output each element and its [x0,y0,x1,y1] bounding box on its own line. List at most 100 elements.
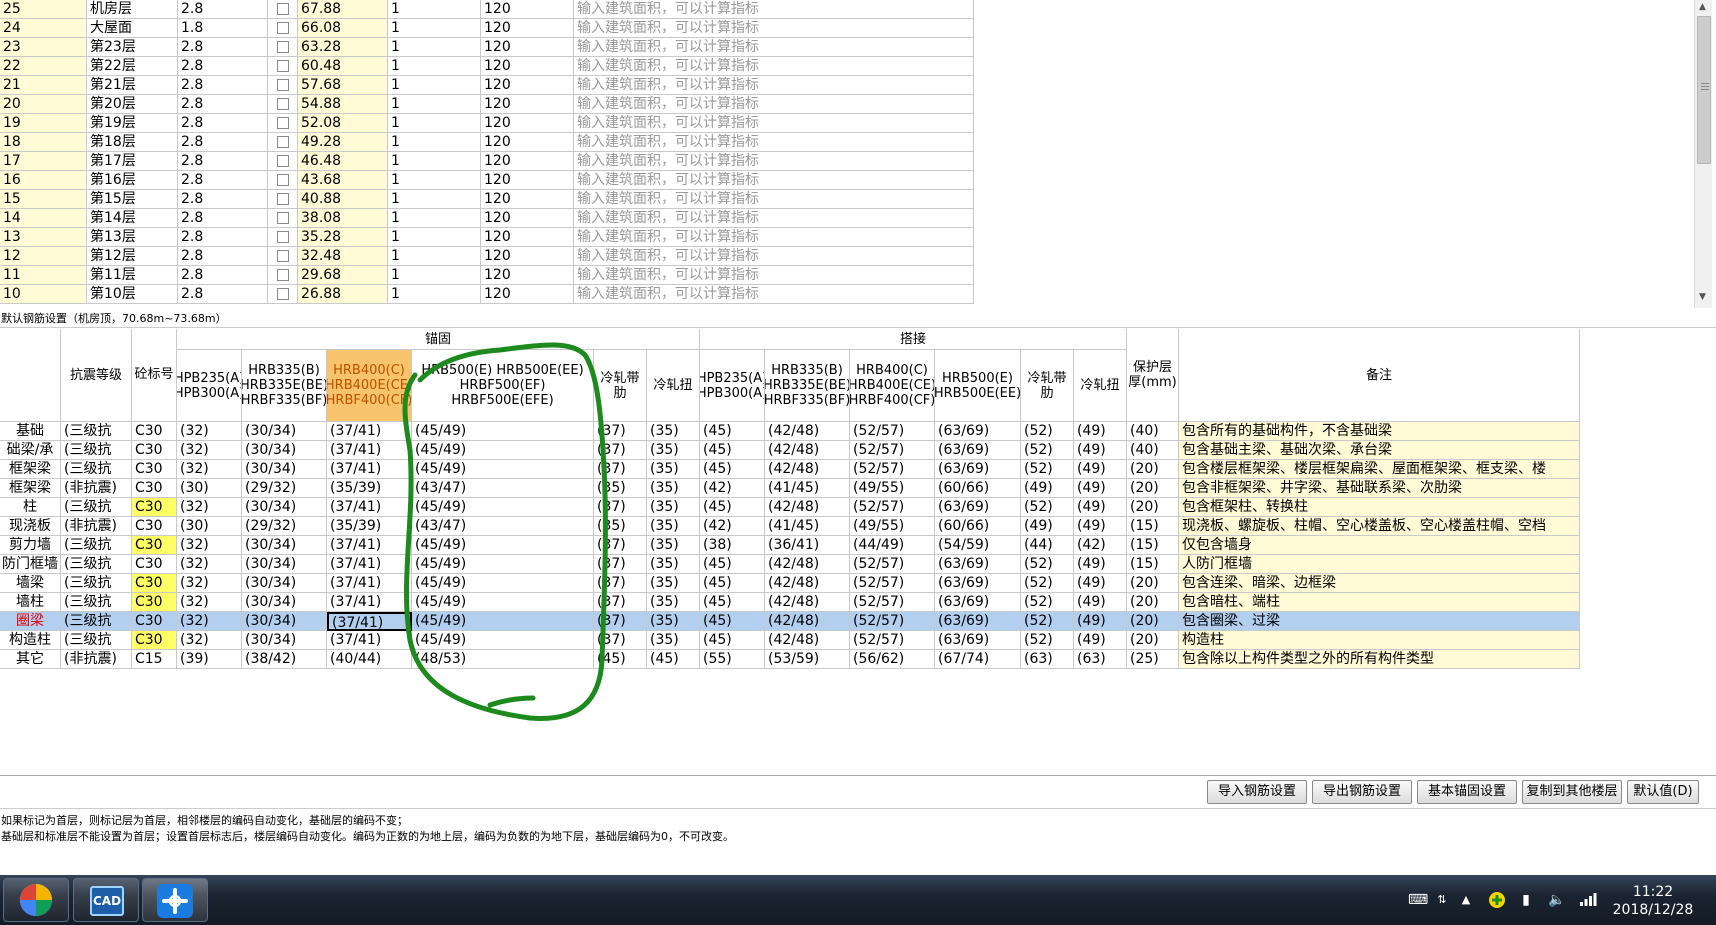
rebar-cell-l2[interactable]: (36/41) [765,536,850,555]
rebar-cell-l1[interactable]: (45) [700,441,765,460]
floor-cell-count[interactable]: 1 [388,133,481,152]
rebar-cell-l3[interactable]: (49/55) [850,517,935,536]
floor-cell-count[interactable]: 1 [388,114,481,133]
floor-cell-elevation[interactable]: 26.88 [298,285,388,304]
floor-cell-height[interactable]: 2.8 [178,76,268,95]
rebar-cell-a5[interactable]: (35) [594,517,647,536]
rebar-cell-a6[interactable]: (35) [647,498,700,517]
rebar-cell-a4[interactable]: (45/49) [412,422,594,441]
floor-cell-elevation[interactable]: 29.68 [298,266,388,285]
floor-cell-height[interactable]: 2.8 [178,152,268,171]
rebar-row[interactable]: 现浇板 (非抗震) C30 (30) (29/32) (35/39) (43/47) (35)… [0,517,1580,536]
rebar-cell-a4[interactable]: (45/49) [412,441,594,460]
rebar-cell-l3[interactable]: (52/57) [850,422,935,441]
rebar-cell-a4[interactable]: (45/49) [412,555,594,574]
floor-cell-code[interactable]: 23 [0,38,87,57]
rebar-cell-a2[interactable]: (30/34) [242,460,327,479]
rebar-cell-l1[interactable]: (45) [700,574,765,593]
floor-cell-name[interactable]: 大屋面 [87,19,178,38]
rebar-cell-a5[interactable]: (37) [594,441,647,460]
first-floor-checkbox-cell[interactable] [268,152,298,171]
rebar-cell-l1[interactable]: (45) [700,555,765,574]
floor-cell-count[interactable]: 1 [388,266,481,285]
rebar-cell-a2[interactable]: (30/34) [242,422,327,441]
floor-cell-name[interactable]: 第13层 [87,228,178,247]
floor-cell-count[interactable]: 1 [388,209,481,228]
rebar-cell-a6[interactable]: (35) [647,479,700,498]
rebar-cell-a5[interactable]: (37) [594,498,647,517]
rebar-cell-cover[interactable]: (40) [1127,422,1179,441]
rebar-cell-note[interactable]: 包含基础主梁、基础次梁、承台梁 [1179,441,1580,460]
rebar-cell-l1[interactable]: (42) [700,517,765,536]
rebar-cell-type[interactable]: 防门框墙 [0,555,61,574]
floor-cell-name[interactable]: 机房层 [87,0,178,19]
rebar-cell-l4[interactable]: (63/69) [935,498,1021,517]
floor-cell-area-hint[interactable]: 输入建筑面积，可以计算指标 [574,152,974,171]
rebar-cell-a3[interactable]: (37/41) [327,460,412,479]
first-floor-checkbox[interactable] [277,155,289,167]
rebar-cell-l1[interactable]: (45) [700,460,765,479]
rebar-row[interactable]: 其它 (非抗震) C15 (39) (38/42) (40/44) (48/53) (45)(… [0,650,1580,669]
rebar-cell-a1[interactable]: (32) [177,441,242,460]
first-floor-checkbox[interactable] [277,288,289,300]
floor-cell-thickness[interactable]: 120 [481,133,574,152]
rebar-cell-l5[interactable]: (49) [1021,479,1074,498]
rebar-cell-concrete[interactable]: C30 [132,536,177,555]
rebar-cell-a5[interactable]: (37) [594,574,647,593]
rebar-cell-concrete[interactable]: C30 [132,593,177,612]
floor-row[interactable]: 10 第10层 2.8 26.88 1 120 输入建筑面积，可以计算指标 [0,285,975,304]
rebar-cell-a4[interactable]: (43/47) [412,517,594,536]
rebar-row[interactable]: 础梁/承 (三级抗 C30 (32) (30/34) (37/41) (45/49) (37)… [0,441,1580,460]
rebar-cell-l6[interactable]: (49) [1074,574,1127,593]
floor-cell-height[interactable]: 2.8 [178,285,268,304]
taskbar-app-cad[interactable]: CAD [73,878,139,922]
rebar-cell-a6[interactable]: (35) [647,422,700,441]
taskbar-app-pinwheel[interactable] [3,878,69,922]
rebar-cell-a4[interactable]: (43/47) [412,479,594,498]
rebar-cell-a1[interactable]: (39) [177,650,242,669]
rebar-cell-a1[interactable]: (32) [177,422,242,441]
floor-row[interactable]: 18 第18层 2.8 49.28 1 120 输入建筑面积，可以计算指标 [0,133,975,152]
rebar-cell-concrete[interactable]: C15 [132,650,177,669]
rebar-cell-a3[interactable]: (37/41) [327,593,412,612]
rebar-cell-l5[interactable]: (52) [1021,422,1074,441]
clock[interactable]: 11:22 2018/12/28 [1598,883,1708,919]
floor-cell-count[interactable]: 1 [388,95,481,114]
first-floor-checkbox-cell[interactable] [268,114,298,133]
rebar-cell-l3[interactable]: (52/57) [850,555,935,574]
floor-row[interactable]: 19 第19层 2.8 52.08 1 120 输入建筑面积，可以计算指标 [0,114,975,133]
rebar-cell-a5[interactable]: (37) [594,593,647,612]
rebar-cell-a1[interactable]: (32) [177,498,242,517]
floor-cell-area-hint[interactable]: 输入建筑面积，可以计算指标 [574,228,974,247]
rebar-cell-a4[interactable]: (45/49) [412,536,594,555]
rebar-cell-l6[interactable]: (42) [1074,536,1127,555]
floor-cell-area-hint[interactable]: 输入建筑面积，可以计算指标 [574,171,974,190]
rebar-cell-a2[interactable]: (30/34) [242,574,327,593]
rebar-cell-l1[interactable]: (45) [700,631,765,650]
rebar-cell-l4[interactable]: (63/69) [935,593,1021,612]
floor-cell-area-hint[interactable]: 输入建筑面积，可以计算指标 [574,0,974,19]
rebar-cell-a6[interactable]: (35) [647,574,700,593]
rebar-cell-l2[interactable]: (42/48) [765,593,850,612]
first-floor-checkbox[interactable] [277,60,289,72]
rebar-cell-a4[interactable]: (45/49) [412,612,594,631]
rebar-cell-seismic[interactable]: (三级抗 [61,460,132,479]
rebar-cell-l1[interactable]: (55) [700,650,765,669]
rebar-cell-l5[interactable]: (63) [1021,650,1074,669]
rebar-cell-a5[interactable]: (37) [594,612,647,631]
floor-cell-thickness[interactable]: 120 [481,266,574,285]
floor-cell-thickness[interactable]: 120 [481,19,574,38]
rebar-cell-a5[interactable]: (37) [594,631,647,650]
floor-cell-code[interactable]: 12 [0,247,87,266]
rebar-cell-a2[interactable]: (30/34) [242,498,327,517]
floor-cell-elevation[interactable]: 57.68 [298,76,388,95]
floor-cell-count[interactable]: 1 [388,0,481,19]
floor-row[interactable]: 16 第16层 2.8 43.68 1 120 输入建筑面积，可以计算指标 [0,171,975,190]
floor-cell-area-hint[interactable]: 输入建筑面积，可以计算指标 [574,266,974,285]
floor-cell-code[interactable]: 24 [0,19,87,38]
floor-row[interactable]: 12 第12层 2.8 32.48 1 120 输入建筑面积，可以计算指标 [0,247,975,266]
floor-cell-thickness[interactable]: 120 [481,247,574,266]
network-signal-icon[interactable] [1578,891,1598,909]
floor-row[interactable]: 21 第21层 2.8 57.68 1 120 输入建筑面积，可以计算指标 [0,76,975,95]
first-floor-checkbox[interactable] [277,269,289,281]
